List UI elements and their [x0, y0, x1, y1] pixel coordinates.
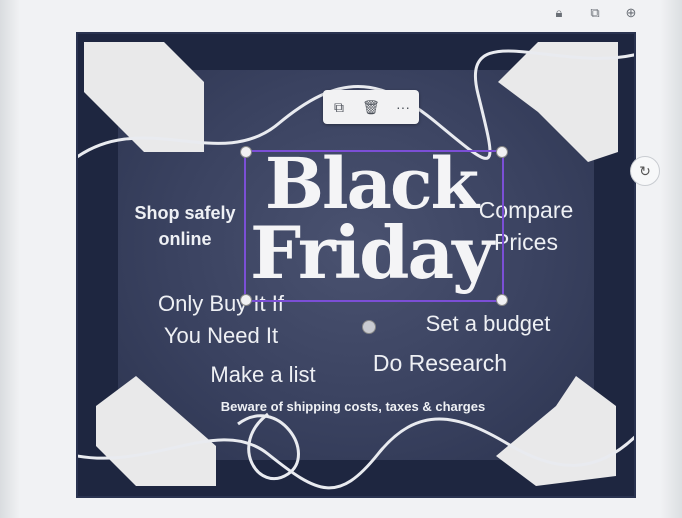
anchor-dot[interactable] [362, 320, 376, 334]
handle-top-left[interactable] [240, 146, 252, 158]
copy-icon[interactable]: ⧉ [329, 99, 349, 116]
element-toolbar: ⧉ 🗑︎ ··· [323, 90, 419, 124]
handle-bottom-left[interactable] [240, 294, 252, 306]
design-canvas[interactable]: Black Friday Shop safely online Compare … [78, 34, 634, 496]
tip-shop-safely[interactable]: Shop safely online [120, 200, 250, 252]
tip-make-list[interactable]: Make a list [196, 360, 330, 390]
tip-set-budget[interactable]: Set a budget [408, 310, 568, 338]
tip-do-research[interactable]: Do Research [356, 348, 524, 378]
lock-icon[interactable]: 🔒︎ [552, 6, 566, 20]
rotate-button[interactable]: ↻ [630, 156, 660, 186]
selection-box[interactable] [240, 146, 508, 306]
handle-top-right[interactable] [496, 146, 508, 158]
add-page-icon[interactable]: ⊕ [624, 6, 638, 20]
handle-bottom-right[interactable] [496, 294, 508, 306]
rotate-icon: ↻ [639, 162, 651, 179]
delete-icon[interactable]: 🗑︎ [361, 99, 381, 116]
tip-beware[interactable]: Beware of shipping costs, taxes & charge… [178, 398, 528, 416]
page-actions: 🔒︎ ⧉ ⊕ [552, 6, 638, 20]
more-icon[interactable]: ··· [393, 99, 413, 115]
duplicate-icon[interactable]: ⧉ [588, 6, 602, 20]
